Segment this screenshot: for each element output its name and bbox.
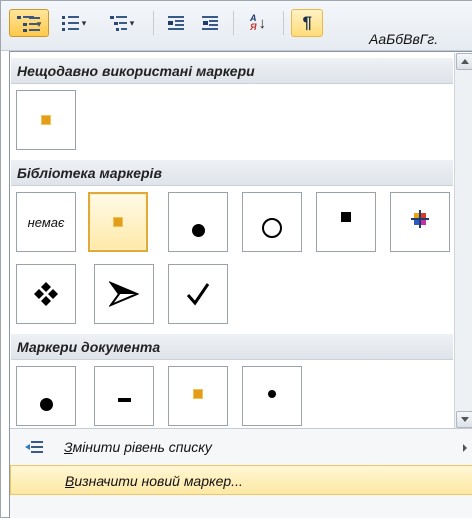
orange-square-bullet-icon xyxy=(193,389,203,399)
bullets-button[interactable]: ▾ xyxy=(9,9,49,37)
diamond-of-four-bullet-icon xyxy=(34,282,58,306)
numbering-icon xyxy=(61,15,80,31)
bullet-library-header: Бібліотека маркерів xyxy=(11,160,453,186)
increase-indent-button[interactable] xyxy=(195,9,225,37)
submenu-arrow-icon xyxy=(463,444,467,452)
small-dot-bullet-icon xyxy=(268,390,276,398)
ribbon-separator xyxy=(153,11,154,35)
chevron-down-icon xyxy=(461,417,469,422)
sort-icon: А Я xyxy=(249,13,257,32)
chevron-down-icon: ▾ xyxy=(81,17,87,28)
black-dot-bullet-icon xyxy=(39,397,53,411)
pilcrow-icon: ¶ xyxy=(302,13,312,32)
library-bullet-arrowhead[interactable] xyxy=(94,264,154,324)
arrowhead-bullet-icon xyxy=(109,281,139,307)
define-new-bullet-item[interactable]: Визначити новий маркер... xyxy=(10,465,472,495)
chevron-up-icon xyxy=(461,59,469,64)
scroll-down-button[interactable] xyxy=(456,411,472,428)
recent-bullets-header: Нещодавно використані маркери xyxy=(11,58,453,84)
ribbon-separator xyxy=(283,11,284,35)
multilevel-list-button[interactable]: ▾ xyxy=(99,9,145,37)
numbering-button[interactable]: ▾ xyxy=(53,9,95,37)
library-bullet-black-dot[interactable] xyxy=(168,192,228,252)
library-bullet-black-square[interactable] xyxy=(316,192,376,252)
hollow-circle-bullet-icon xyxy=(262,218,282,238)
define-new-bullet-label: Визначити новий маркер... xyxy=(65,473,243,489)
bullets-icon xyxy=(16,15,40,32)
bullet-library-dropdown: ▾ ▾ ▾ xyxy=(0,0,472,518)
library-bullet-diamond-of-four[interactable] xyxy=(16,264,76,324)
show-formatting-marks-button[interactable]: ¶ xyxy=(291,9,323,37)
decrease-indent-icon xyxy=(167,15,185,31)
dash-bullet-icon xyxy=(117,398,131,402)
increase-indent-icon xyxy=(201,15,219,31)
recent-bullet-orange-square[interactable] xyxy=(16,90,76,150)
ribbon-separator xyxy=(233,11,234,35)
scrollbar[interactable] xyxy=(454,53,472,429)
change-list-level-label: Змінити рівень списку xyxy=(64,439,212,455)
multicolor-cross-bullet-icon xyxy=(411,210,429,228)
document-bullet-orange-square[interactable] xyxy=(168,366,228,426)
paragraph-ribbon: ▾ ▾ ▾ xyxy=(1,1,472,51)
arrow-down-icon: ↓ xyxy=(258,14,267,32)
chevron-down-icon: ▾ xyxy=(129,17,135,28)
dropdown-menu: Змінити рівень списку Визначити новий ма… xyxy=(10,428,472,518)
black-dot-bullet-icon xyxy=(191,223,205,237)
sort-button[interactable]: А Я ↓ xyxy=(241,9,275,37)
document-bullet-small-dot[interactable] xyxy=(242,366,302,426)
library-bullet-checkmark[interactable] xyxy=(168,264,228,324)
style-preview-text[interactable]: АаБбВвГг. xyxy=(369,31,438,47)
black-square-bullet-icon xyxy=(341,212,351,222)
change-list-level-item[interactable]: Змінити рівень списку xyxy=(10,432,472,462)
document-bullets-header: Маркери документа xyxy=(11,334,453,360)
library-bullet-multicolor-cross[interactable] xyxy=(390,192,450,252)
orange-square-bullet-icon xyxy=(113,217,123,227)
library-bullet-orange-square[interactable] xyxy=(88,192,148,252)
document-bullet-dash[interactable] xyxy=(94,366,154,426)
multilevel-list-icon xyxy=(109,15,128,31)
scroll-up-button[interactable] xyxy=(456,53,472,70)
change-level-icon xyxy=(25,441,43,453)
none-bullet-label: немає xyxy=(27,214,65,230)
document-bullet-black-dot[interactable] xyxy=(16,366,76,426)
library-bullet-hollow-circle[interactable] xyxy=(242,192,302,252)
library-bullet-none[interactable]: немає xyxy=(16,192,76,252)
checkmark-bullet-icon xyxy=(186,283,210,306)
bullet-library-panel: Нещодавно використані маркери Бібліотека… xyxy=(9,51,472,518)
orange-square-bullet-icon xyxy=(41,115,51,125)
decrease-indent-button[interactable] xyxy=(161,9,191,37)
